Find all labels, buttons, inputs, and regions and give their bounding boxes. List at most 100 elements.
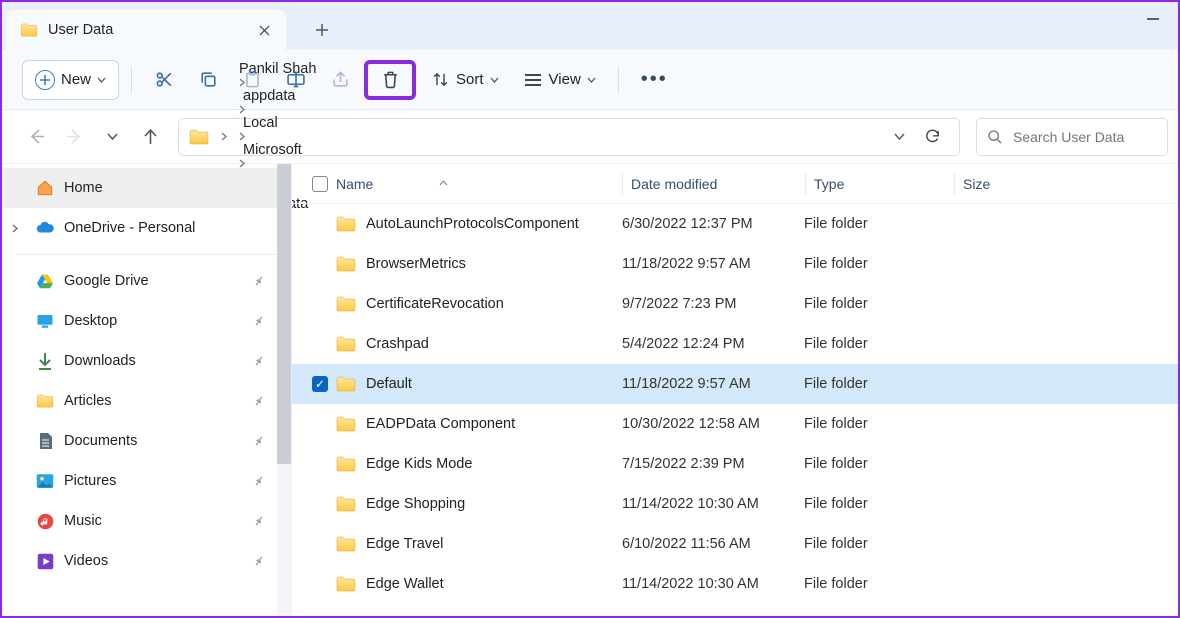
- refresh-button[interactable]: [915, 120, 949, 154]
- folder-icon: [336, 536, 356, 552]
- select-all-checkbox[interactable]: [312, 176, 336, 192]
- item-icon: [36, 432, 54, 450]
- column-type[interactable]: Type: [806, 176, 954, 192]
- toolbar: New: [2, 50, 1178, 110]
- folder-icon: [20, 23, 38, 37]
- column-date[interactable]: Date modified: [623, 176, 805, 192]
- sidebar-item[interactable]: Articles: [2, 381, 291, 421]
- sidebar-item[interactable]: Downloads: [2, 341, 291, 381]
- sidebar-item-label: Google Drive: [64, 273, 149, 289]
- sidebar-item[interactable]: Videos: [2, 541, 291, 581]
- folder-icon: [336, 296, 356, 312]
- item-icon: [36, 312, 54, 330]
- pin-icon[interactable]: [251, 513, 268, 530]
- pin-icon[interactable]: [251, 393, 268, 410]
- file-type: File folder: [804, 376, 952, 392]
- sidebar-item[interactable]: Documents: [2, 421, 291, 461]
- table-row[interactable]: Edge Travel6/10/2022 11:56 AMFile folder: [292, 524, 1178, 564]
- file-name: AutoLaunchProtocolsComponent: [366, 216, 579, 232]
- table-row[interactable]: Edge Wallet11/14/2022 10:30 AMFile folde…: [292, 564, 1178, 604]
- active-tab[interactable]: User Data: [6, 10, 286, 50]
- search-input[interactable]: [1013, 129, 1157, 145]
- table-row[interactable]: Edge Shopping11/14/2022 10:30 AMFile fol…: [292, 484, 1178, 524]
- pin-icon[interactable]: [251, 433, 268, 450]
- view-list-icon: [523, 70, 543, 90]
- plus-circle-icon: [35, 70, 55, 90]
- item-icon: [36, 352, 54, 370]
- folder-icon: [336, 576, 356, 592]
- view-button[interactable]: View: [513, 60, 606, 100]
- file-name: EADPData Component: [366, 416, 515, 432]
- pin-icon[interactable]: [251, 353, 268, 370]
- trash-icon: [380, 70, 400, 90]
- pin-icon[interactable]: [251, 473, 268, 490]
- chevron-right-icon[interactable]: [12, 224, 18, 233]
- minimize-button[interactable]: [1146, 12, 1160, 26]
- pin-icon[interactable]: [251, 553, 268, 570]
- table-row[interactable]: Crashpad5/4/2022 12:24 PMFile folder: [292, 324, 1178, 364]
- scrollbar-thumb[interactable]: [277, 164, 291, 464]
- row-checkbox[interactable]: ✓: [312, 376, 328, 392]
- recent-locations-button[interactable]: [96, 121, 128, 153]
- item-icon: [36, 552, 54, 570]
- file-date: 11/14/2022 10:30 AM: [622, 576, 804, 592]
- item-icon: [36, 272, 54, 290]
- new-button[interactable]: New: [22, 60, 119, 100]
- pin-icon[interactable]: [251, 273, 268, 290]
- sidebar-item-label: Music: [64, 513, 102, 529]
- paste-button[interactable]: [232, 60, 272, 100]
- cloud-icon: [36, 219, 54, 237]
- file-type: File folder: [804, 496, 952, 512]
- sidebar-item-onedrive[interactable]: OneDrive - Personal: [2, 208, 291, 248]
- address-dropdown[interactable]: [894, 133, 905, 140]
- item-icon: [36, 392, 54, 410]
- item-icon: [36, 512, 54, 530]
- close-tab-button[interactable]: [256, 22, 272, 38]
- up-button[interactable]: [134, 121, 166, 153]
- sidebar-item[interactable]: Google Drive: [2, 261, 291, 301]
- back-button[interactable]: [20, 121, 52, 153]
- folder-icon: [336, 336, 356, 352]
- sort-button[interactable]: Sort: [420, 60, 509, 100]
- folder-icon: [336, 416, 356, 432]
- sidebar-item[interactable]: Music: [2, 501, 291, 541]
- sidebar-item-label: Documents: [64, 433, 137, 449]
- table-row[interactable]: BrowserMetrics11/18/2022 9:57 AMFile fol…: [292, 244, 1178, 284]
- table-row[interactable]: EADPData Component10/30/2022 12:58 AMFil…: [292, 404, 1178, 444]
- scissors-icon: [154, 70, 174, 90]
- chevron-down-icon: [490, 77, 499, 83]
- file-name: Default: [366, 376, 412, 392]
- table-row[interactable]: CertificateRevocation9/7/2022 7:23 PMFil…: [292, 284, 1178, 324]
- column-headers: Name Date modified Type Size: [292, 164, 1178, 204]
- sidebar-item-label: Videos: [64, 553, 108, 569]
- chevron-right-icon[interactable]: [221, 132, 227, 141]
- chevron-down-icon: [97, 77, 106, 83]
- sort-icon: [430, 70, 450, 90]
- copy-button[interactable]: [188, 60, 228, 100]
- address-bar[interactable]: Pankil ShahappdataLocalMicrosoftEdgeUser…: [178, 118, 960, 156]
- chevron-right-icon[interactable]: [239, 132, 320, 141]
- column-name[interactable]: Name: [336, 176, 622, 192]
- more-button[interactable]: •••: [631, 60, 678, 100]
- cut-button[interactable]: [144, 60, 184, 100]
- table-row[interactable]: ✓Default11/18/2022 9:57 AMFile folder: [292, 364, 1178, 404]
- home-icon: [36, 179, 54, 197]
- sidebar-item-home[interactable]: Home: [2, 168, 291, 208]
- new-tab-button[interactable]: [304, 12, 340, 48]
- chevron-right-icon[interactable]: [239, 105, 320, 114]
- sidebar-item[interactable]: Pictures: [2, 461, 291, 501]
- table-row[interactable]: Edge Kids Mode7/15/2022 2:39 PMFile fold…: [292, 444, 1178, 484]
- breadcrumb-segment[interactable]: Local: [243, 115, 278, 131]
- breadcrumb-segment[interactable]: Microsoft: [243, 142, 302, 158]
- forward-button[interactable]: [58, 121, 90, 153]
- folder-icon: [336, 376, 356, 392]
- sidebar-item-label: Home: [64, 180, 103, 196]
- table-row[interactable]: AutoLaunchProtocolsComponent6/30/2022 12…: [292, 204, 1178, 244]
- sidebar-item[interactable]: Desktop: [2, 301, 291, 341]
- search-box[interactable]: [976, 118, 1168, 156]
- delete-button[interactable]: [364, 60, 416, 100]
- column-size[interactable]: Size: [955, 176, 1178, 192]
- pin-icon[interactable]: [251, 313, 268, 330]
- share-button[interactable]: [320, 60, 360, 100]
- file-type: File folder: [804, 456, 952, 472]
